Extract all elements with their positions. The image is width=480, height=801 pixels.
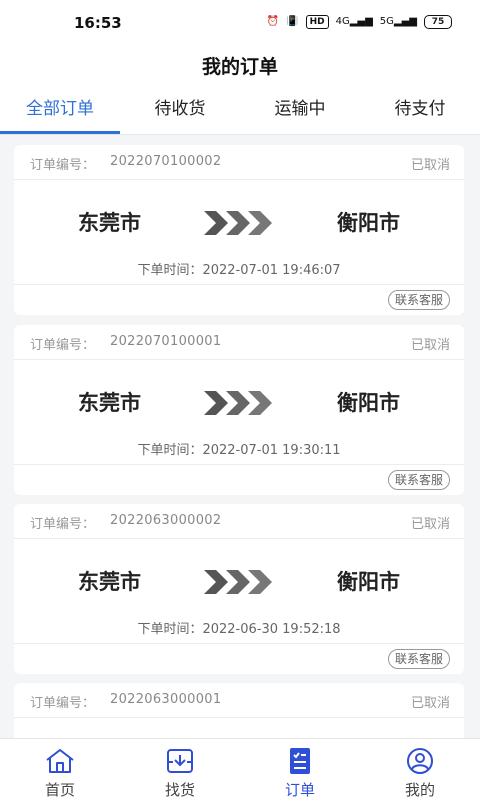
- order-time: 2022-07-01 19:30:11: [202, 443, 341, 458]
- network-signal-icon: 4G▂▄▆: [335, 16, 373, 27]
- origin-city: 东莞市: [78, 391, 141, 415]
- wifi-label: 5G: [379, 16, 394, 27]
- tab-pending-payment[interactable]: 待支付: [360, 86, 480, 134]
- order-number-label: 订单编号：: [30, 338, 96, 353]
- nav-label-orders: 订单: [284, 781, 315, 799]
- order-time-row: 下单时间：2022-07-01 19:30:11: [14, 439, 464, 458]
- route-arrow-icon: [204, 570, 272, 594]
- order-card[interactable]: 订单编号： 2022063000002 已取消 东莞市 衡阳市 下单时间：202…: [14, 504, 464, 674]
- header: 我的订单: [0, 44, 480, 86]
- order-status: 已取消: [410, 338, 450, 353]
- order-status: 已取消: [410, 517, 450, 532]
- order-card-header: 订单编号： 2022070100001 已取消: [14, 325, 464, 360]
- wifi-signal-icon: 5G▂▄▆: [379, 16, 417, 27]
- order-number-label: 订单编号：: [30, 517, 96, 532]
- vibrate-icon: 📳: [286, 16, 299, 27]
- card-divider: [14, 284, 464, 285]
- tab-in-transit[interactable]: 运输中: [240, 86, 360, 134]
- order-card[interactable]: 订单编号： 2022070100002 已取消 东莞市 衡阳市 下单时间：202…: [14, 145, 464, 315]
- order-time-label: 下单时间：: [137, 443, 203, 458]
- route-arrow-icon: [204, 391, 272, 415]
- contact-support-button[interactable]: 联系客服: [387, 290, 450, 310]
- origin-city: 东莞市: [78, 570, 141, 594]
- order-number-label: 订单编号：: [30, 696, 96, 711]
- order-status: 已取消: [410, 696, 450, 711]
- profile-icon: [407, 748, 433, 774]
- destination-city: 衡阳市: [337, 391, 400, 415]
- order-time: 2022-06-30 19:52:18: [202, 622, 341, 637]
- status-bar: 16:53 ⏰ 📳 HD 4G▂▄▆ 5G▂▄▆ 75: [0, 0, 480, 44]
- nav-profile[interactable]: 我的: [360, 739, 480, 801]
- order-tabs: 全部订单 待收货 运输中 待支付: [0, 86, 480, 134]
- order-time-row: 下单时间：2022-06-30 19:52:18: [14, 618, 464, 637]
- order-number: 2022070100001: [110, 334, 222, 349]
- contact-support-button[interactable]: 联系客服: [387, 470, 450, 490]
- home-icon: [46, 749, 74, 773]
- tab-pending-receipt[interactable]: 待收货: [120, 86, 240, 134]
- order-card[interactable]: 订单编号： 2022063000001 已取消: [14, 683, 464, 743]
- nav-home[interactable]: 首页: [0, 739, 120, 801]
- battery-icon: 75: [424, 15, 452, 29]
- contact-support-button[interactable]: 联系客服: [387, 649, 450, 669]
- order-card[interactable]: 订单编号： 2022070100001 已取消 东莞市 衡阳市 下单时间：202…: [14, 325, 464, 495]
- order-number: 2022070100002: [110, 154, 222, 169]
- order-card-header: 订单编号： 2022063000002 已取消: [14, 504, 464, 539]
- bottom-nav: 首页 找货 订单 我的: [0, 738, 480, 801]
- order-status: 已取消: [410, 158, 450, 173]
- order-card-header: 订单编号： 2022070100002 已取消: [14, 145, 464, 180]
- order-time-label: 下单时间：: [137, 263, 203, 278]
- orders-icon: [290, 748, 310, 774]
- card-divider: [14, 643, 464, 644]
- card-divider: [14, 464, 464, 465]
- nav-label-profile: 我的: [404, 781, 435, 799]
- nav-label-home: 首页: [44, 781, 75, 799]
- order-time: 2022-07-01 19:46:07: [202, 263, 341, 278]
- order-number: 2022063000001: [110, 692, 222, 707]
- find-goods-icon: [167, 749, 193, 773]
- route-arrow-icon: [204, 211, 272, 235]
- order-time-label: 下单时间：: [137, 622, 203, 637]
- page-title: 我的订单: [201, 56, 278, 78]
- order-time-row: 下单时间：2022-07-01 19:46:07: [14, 259, 464, 278]
- destination-city: 衡阳市: [337, 570, 400, 594]
- status-icons: ⏰ 📳 HD 4G▂▄▆ 5G▂▄▆ 75: [267, 13, 452, 31]
- network-label: 4G: [335, 16, 350, 27]
- order-card-header: 订单编号： 2022063000001 已取消: [14, 683, 464, 718]
- tabs-divider: [0, 134, 480, 135]
- origin-city: 东莞市: [78, 211, 141, 235]
- nav-orders[interactable]: 订单: [240, 739, 360, 801]
- order-number: 2022063000002: [110, 513, 222, 528]
- nav-find-goods[interactable]: 找货: [120, 739, 240, 801]
- hd-badge: HD: [305, 15, 329, 29]
- alarm-icon: ⏰: [266, 16, 280, 27]
- destination-city: 衡阳市: [337, 211, 400, 235]
- tab-all-orders[interactable]: 全部订单: [0, 86, 120, 134]
- nav-label-find-goods: 找货: [164, 781, 195, 799]
- status-time: 16:53: [74, 14, 122, 32]
- order-number-label: 订单编号：: [30, 158, 96, 173]
